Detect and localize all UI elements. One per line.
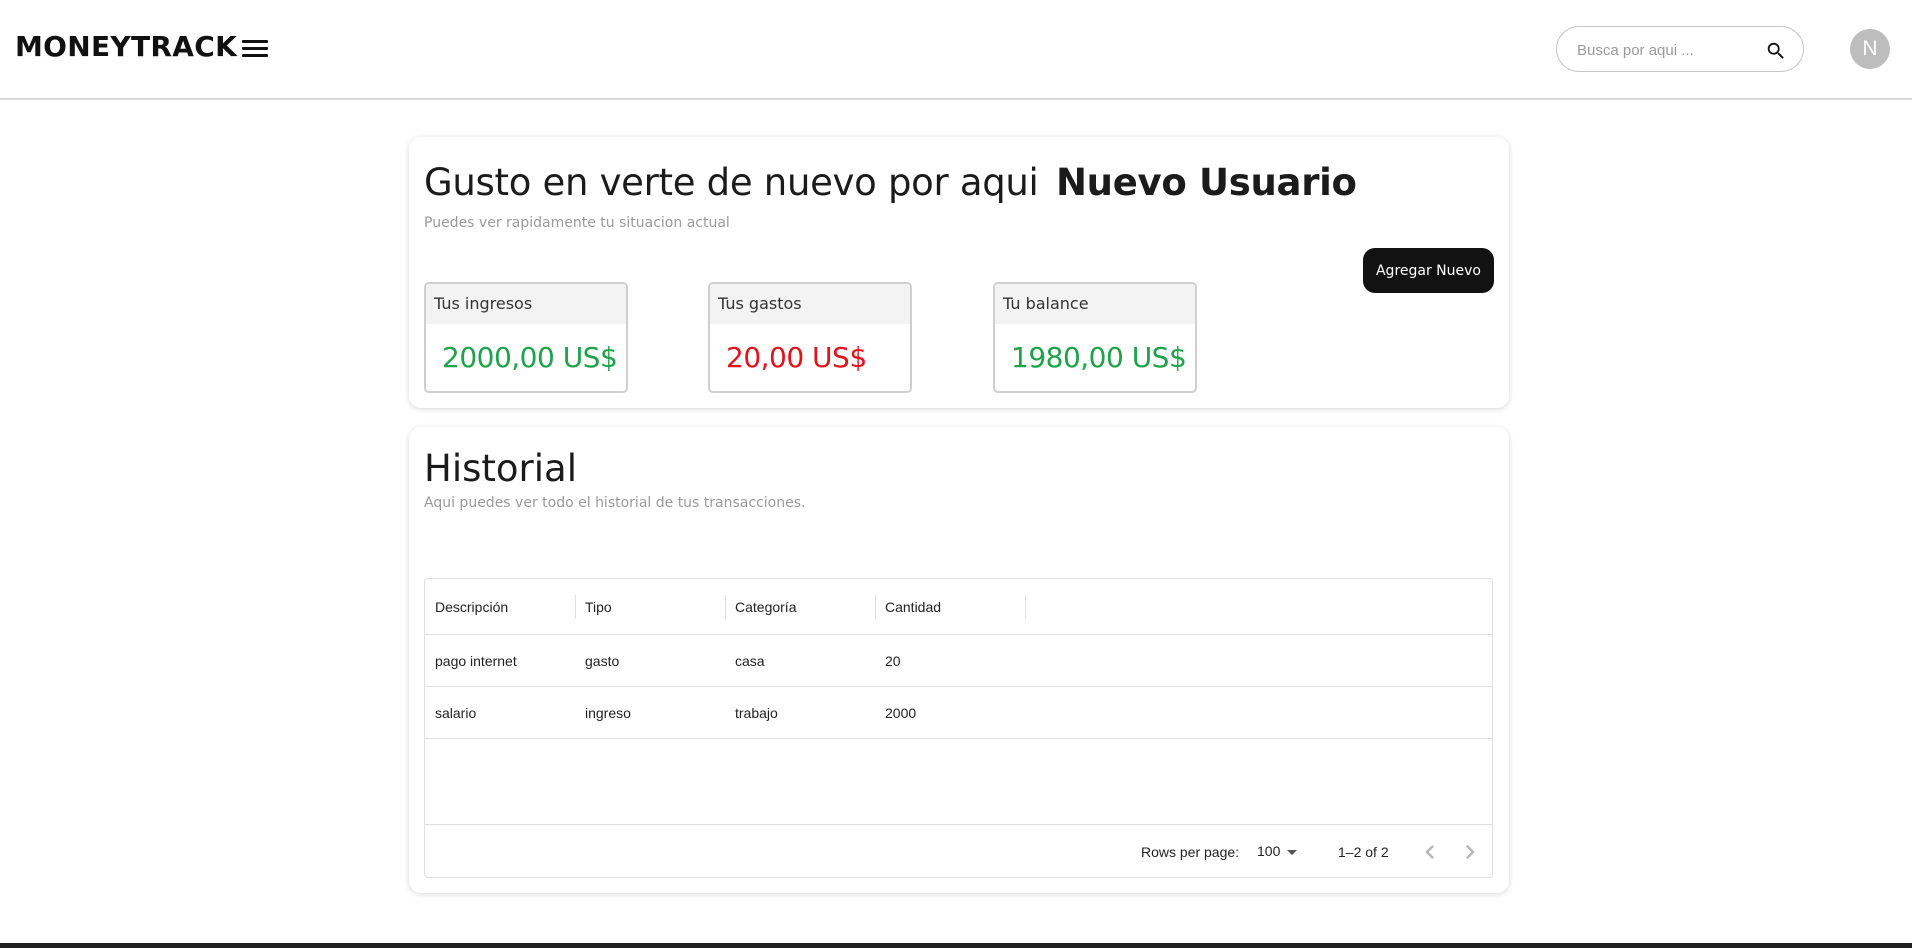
expenses-value: 20,00 US$: [726, 341, 867, 374]
brand-logo[interactable]: MONEYTRACK: [15, 30, 237, 63]
transactions-table: Descripción Tipo Categoría Cantidad pago…: [424, 578, 1493, 878]
column-header-type[interactable]: Tipo: [575, 579, 725, 634]
column-header-description[interactable]: Descripción: [425, 579, 575, 634]
summary-card: Gusto en verte de nuevo por aqui Nuevo U…: [409, 137, 1509, 408]
chevron-right-icon[interactable]: [1456, 838, 1484, 866]
greeting-text: Gusto en verte de nuevo por aqui: [424, 161, 1039, 204]
expenses-label: Tus gastos: [718, 294, 802, 313]
column-separator[interactable]: [1025, 595, 1026, 619]
rows-per-page-select[interactable]: 100: [1257, 840, 1303, 864]
column-header-category[interactable]: Categoría: [725, 579, 875, 634]
history-subtitle: Aqui puedes ver todo el historial de tus…: [424, 495, 806, 511]
history-title: Historial: [424, 447, 577, 490]
pagination-info: 1–2 of 2: [1338, 844, 1389, 860]
page-bottom-edge: [0, 943, 1912, 948]
table-header-row: Descripción Tipo Categoría Cantidad: [425, 579, 1492, 635]
chevron-left-icon[interactable]: [1416, 838, 1444, 866]
balance-stat-card: Tu balance 1980,00 US$: [993, 282, 1197, 393]
column-separator[interactable]: [725, 595, 726, 619]
column-separator[interactable]: [575, 595, 576, 619]
welcome-subtitle: Puedes ver rapidamente tu situacion actu…: [424, 215, 730, 231]
cell-amount[interactable]: 20: [875, 635, 1025, 686]
balance-label: Tu balance: [1003, 294, 1089, 313]
cell-type[interactable]: gasto: [575, 635, 725, 686]
table-row[interactable]: salario ingreso trabajo 2000: [425, 687, 1492, 739]
column-separator[interactable]: [875, 595, 876, 619]
avatar[interactable]: N: [1850, 29, 1890, 69]
cell-type[interactable]: ingreso: [575, 687, 725, 738]
expenses-stat-card: Tus gastos 20,00 US$: [708, 282, 912, 393]
cell-amount[interactable]: 2000: [875, 687, 1025, 738]
cell-description[interactable]: pago internet: [425, 635, 575, 686]
add-new-button[interactable]: Agregar Nuevo: [1363, 248, 1494, 293]
caret-down-icon: [1287, 850, 1297, 855]
balance-value: 1980,00 US$: [1011, 341, 1187, 374]
menu-icon[interactable]: [240, 36, 270, 60]
cell-category[interactable]: casa: [725, 635, 875, 686]
table-pagination: Rows per page: 100 1–2 of 2: [425, 824, 1492, 878]
income-stat-card: Tus ingresos 2000,00 US$: [424, 282, 628, 393]
top-navbar: MONEYTRACK N: [0, 0, 1912, 100]
search-box: [1556, 26, 1804, 72]
rows-per-page-label: Rows per page:: [1141, 844, 1240, 860]
search-icon[interactable]: [1765, 40, 1787, 62]
history-card: Historial Aqui puedes ver todo el histor…: [409, 427, 1509, 893]
income-value: 2000,00 US$: [442, 341, 618, 374]
search-input[interactable]: [1577, 37, 1757, 63]
table-row[interactable]: pago internet gasto casa 20: [425, 635, 1492, 687]
cell-description[interactable]: salario: [425, 687, 575, 738]
username: Nuevo Usuario: [1056, 161, 1357, 204]
column-header-amount[interactable]: Cantidad: [875, 579, 1025, 634]
income-label: Tus ingresos: [434, 294, 533, 313]
rows-per-page-value: 100: [1257, 843, 1281, 859]
welcome-title: Gusto en verte de nuevo por aqui Nuevo U…: [424, 161, 1357, 204]
cell-category[interactable]: trabajo: [725, 687, 875, 738]
